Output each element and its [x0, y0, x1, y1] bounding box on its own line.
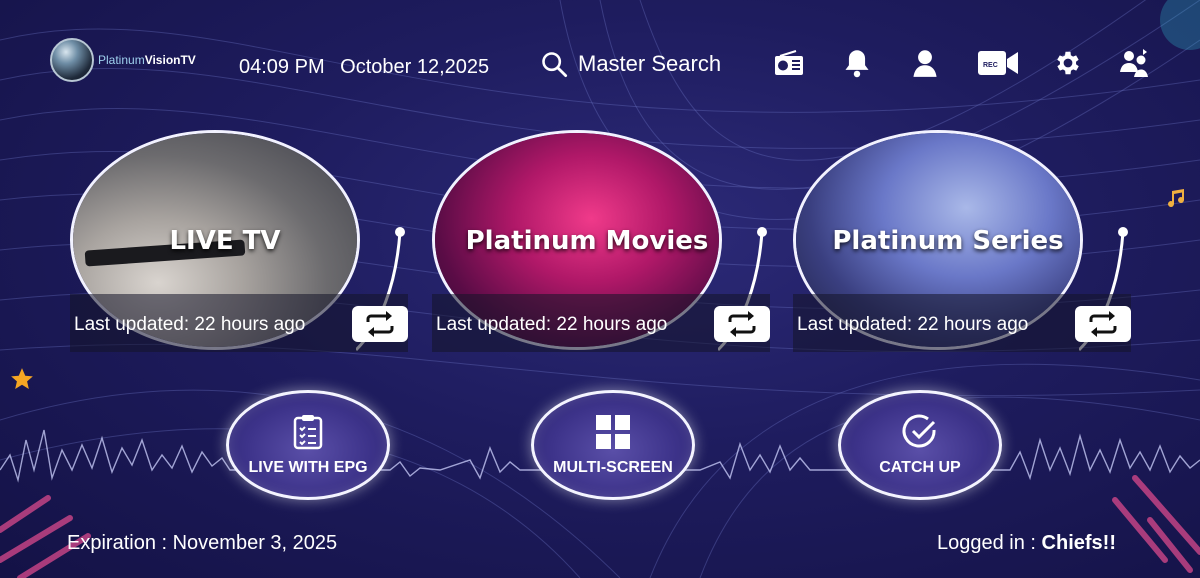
music-note-icon [1166, 186, 1190, 215]
card-platinum-movies[interactable]: Platinum Movies Last updated: 22 hours a… [432, 130, 792, 355]
app-logo: PlatinumVisionTV [50, 38, 230, 82]
date-text: October 12,2025 [340, 56, 490, 78]
username: Chiefs!! [1041, 532, 1116, 554]
time-text: 04:09 PM [239, 56, 325, 78]
logged-in-status: Logged in : Chiefs!! [937, 532, 1116, 555]
logo-text-part2: VisionTV [144, 53, 196, 67]
rec-label: REC [983, 62, 998, 69]
user-icon [913, 50, 937, 77]
feature-label: LIVE WITH EPG [248, 459, 368, 476]
card-live-tv[interactable]: LIVE TV Last updated: 22 hours ago [70, 130, 430, 355]
grid-icon [595, 413, 631, 451]
switch-user-icon [1120, 49, 1148, 77]
refresh-icon [366, 311, 394, 337]
switch-user-button[interactable] [1118, 46, 1152, 80]
star-icon [8, 366, 36, 397]
logo-text: PlatinumVisionTV [98, 53, 196, 67]
refresh-button[interactable] [352, 306, 408, 342]
radio-icon [775, 50, 803, 75]
bell-icon [845, 50, 869, 78]
profile-button[interactable] [908, 46, 942, 80]
search-icon [542, 52, 568, 78]
refresh-icon [728, 311, 756, 337]
card-title: Platinum Movies [465, 226, 709, 256]
logged-in-prefix: Logged in : [937, 532, 1036, 554]
master-search-button[interactable]: Master Search [540, 50, 721, 78]
notifications-button[interactable] [840, 46, 874, 80]
check-circle-icon [901, 413, 939, 451]
feature-label: MULTI-SCREEN [553, 459, 673, 476]
card-updated-text: Last updated: 22 hours ago [797, 314, 1029, 335]
master-search-label: Master Search [578, 51, 722, 76]
settings-button[interactable] [1051, 46, 1085, 80]
multi-screen-button[interactable]: MULTI-SCREEN [531, 390, 695, 500]
feature-label: CATCH UP [879, 459, 961, 476]
refresh-button[interactable] [1075, 306, 1131, 342]
gear-icon [1057, 51, 1079, 75]
card-title: LIVE TV [169, 226, 281, 256]
recordings-button[interactable]: REC [976, 46, 1020, 80]
catch-up-button[interactable]: CATCH UP [838, 390, 1002, 500]
expiration-text: Expiration : November 3, 2025 [67, 532, 338, 554]
live-with-epg-button[interactable]: LIVE WITH EPG [226, 390, 390, 500]
refresh-button[interactable] [714, 306, 770, 342]
globe-logo-icon [50, 38, 94, 82]
radio-button[interactable] [772, 46, 806, 80]
clipboard-checklist-icon [293, 413, 323, 451]
card-updated-text: Last updated: 22 hours ago [74, 314, 306, 335]
logo-text-part1: Platinum [98, 53, 145, 67]
card-title: Platinum Series [832, 226, 1064, 256]
refresh-icon [1089, 311, 1117, 337]
card-platinum-series[interactable]: Platinum Series Last updated: 22 hours a… [793, 130, 1153, 355]
clock: 04:09 PM October 12,2025 [239, 56, 489, 79]
card-updated-text: Last updated: 22 hours ago [436, 314, 668, 335]
